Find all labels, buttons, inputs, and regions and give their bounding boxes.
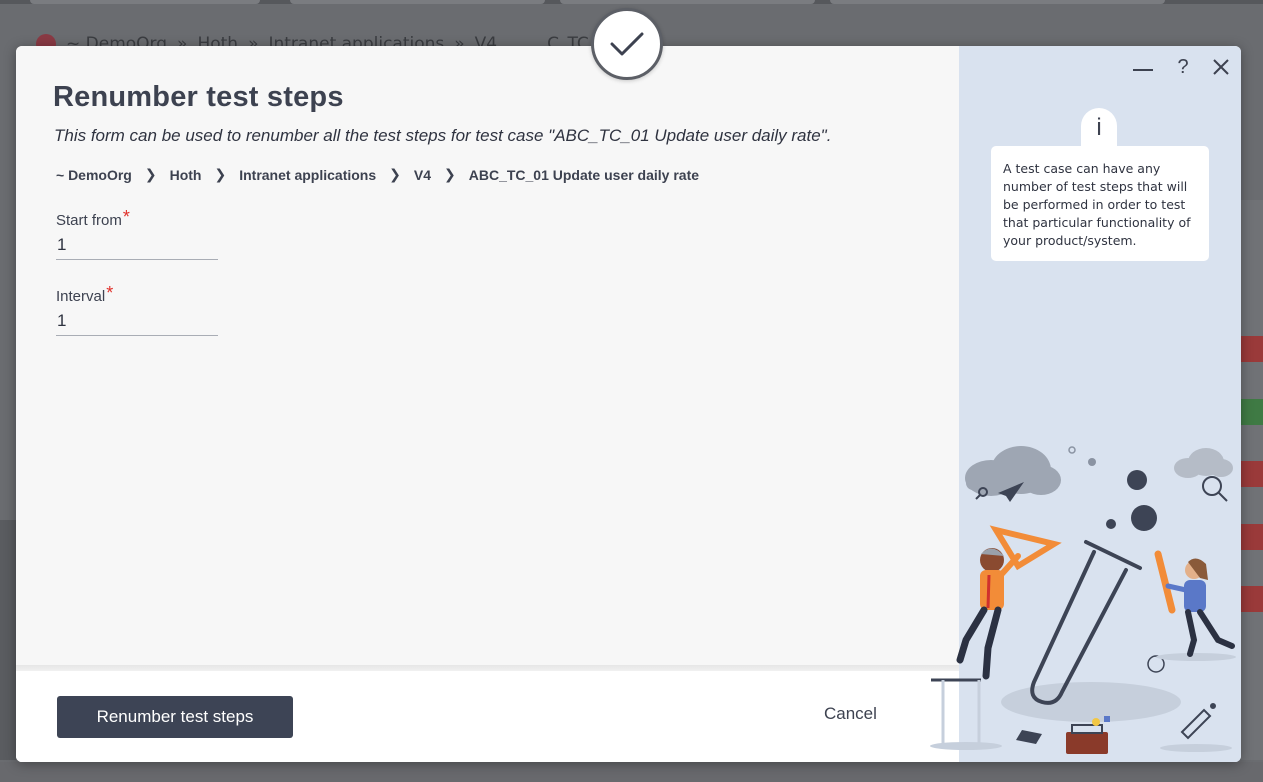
status-bar-fail [1241, 461, 1263, 487]
cloud-icon [1174, 448, 1233, 478]
required-marker: * [122, 207, 130, 227]
start-from-label-text: Start from [56, 212, 122, 229]
info-text: A test case can have any number of test … [991, 146, 1209, 261]
breadcrumb-item-testcase[interactable]: ABC_TC_01 Update user daily rate [469, 167, 699, 183]
scientists-illustration [930, 446, 1236, 754]
chevron-right-icon: ❯ [144, 166, 157, 182]
success-check-badge [591, 8, 663, 80]
question-mark-icon: ? [1177, 55, 1189, 78]
dialog-title: Renumber test steps [53, 81, 344, 113]
chevron-right-icon: ❯ [389, 166, 401, 182]
close-icon [1213, 59, 1229, 75]
interval-label-text: Interval [56, 288, 106, 305]
status-bar-fail [1241, 524, 1263, 550]
interval-field: Interval* [56, 283, 218, 336]
start-from-field: Start from* [56, 207, 218, 260]
status-bar-fail [1241, 336, 1263, 362]
required-marker: * [106, 283, 114, 303]
status-bar-fail [1241, 586, 1263, 612]
scientist-man-figure [956, 548, 1021, 680]
chevron-right-icon: ❯ [444, 166, 456, 182]
dialog-footer: Renumber test steps Cancel [16, 671, 959, 762]
help-button[interactable]: ? [1168, 52, 1198, 82]
dropper-icon [1180, 703, 1216, 740]
breadcrumb-item-v4[interactable]: V4 [414, 167, 431, 183]
test-tube-icon [1030, 540, 1142, 705]
breadcrumb-item-intranet[interactable]: Intranet applications [239, 167, 376, 183]
start-from-input[interactable] [56, 230, 218, 260]
minimize-icon [1133, 69, 1153, 71]
breadcrumb: ~ DemoOrg ❯ Hoth ❯ Intranet applications… [56, 166, 699, 183]
chevron-right-icon: ❯ [214, 166, 227, 182]
background-footer [0, 762, 1263, 782]
breadcrumb-item-org[interactable]: ~ DemoOrg [56, 167, 132, 183]
close-button[interactable] [1206, 52, 1236, 82]
stool-figure [931, 678, 981, 744]
background-left-panel [0, 520, 16, 760]
breadcrumb-item-hoth[interactable]: Hoth [170, 167, 202, 183]
triangle-ruler-icon [989, 525, 1062, 571]
minimize-button[interactable] [1128, 52, 1158, 82]
status-bar-pass [1241, 399, 1263, 425]
book-icon [1016, 730, 1042, 744]
scientist-woman-figure [1154, 550, 1235, 657]
interval-label: Interval* [56, 283, 218, 306]
dialog-subtitle: This form can be used to renumber all th… [54, 126, 832, 145]
cancel-button[interactable]: Cancel [824, 699, 877, 729]
background-topbar [0, 0, 1263, 4]
dialog-main-panel: Renumber test steps This form can be use… [16, 46, 959, 762]
renumber-button[interactable]: Renumber test steps [57, 696, 293, 738]
start-from-label: Start from* [56, 207, 218, 230]
info-icon: i [1081, 108, 1117, 148]
interval-input[interactable] [56, 306, 218, 336]
checkmark-icon [610, 32, 644, 56]
